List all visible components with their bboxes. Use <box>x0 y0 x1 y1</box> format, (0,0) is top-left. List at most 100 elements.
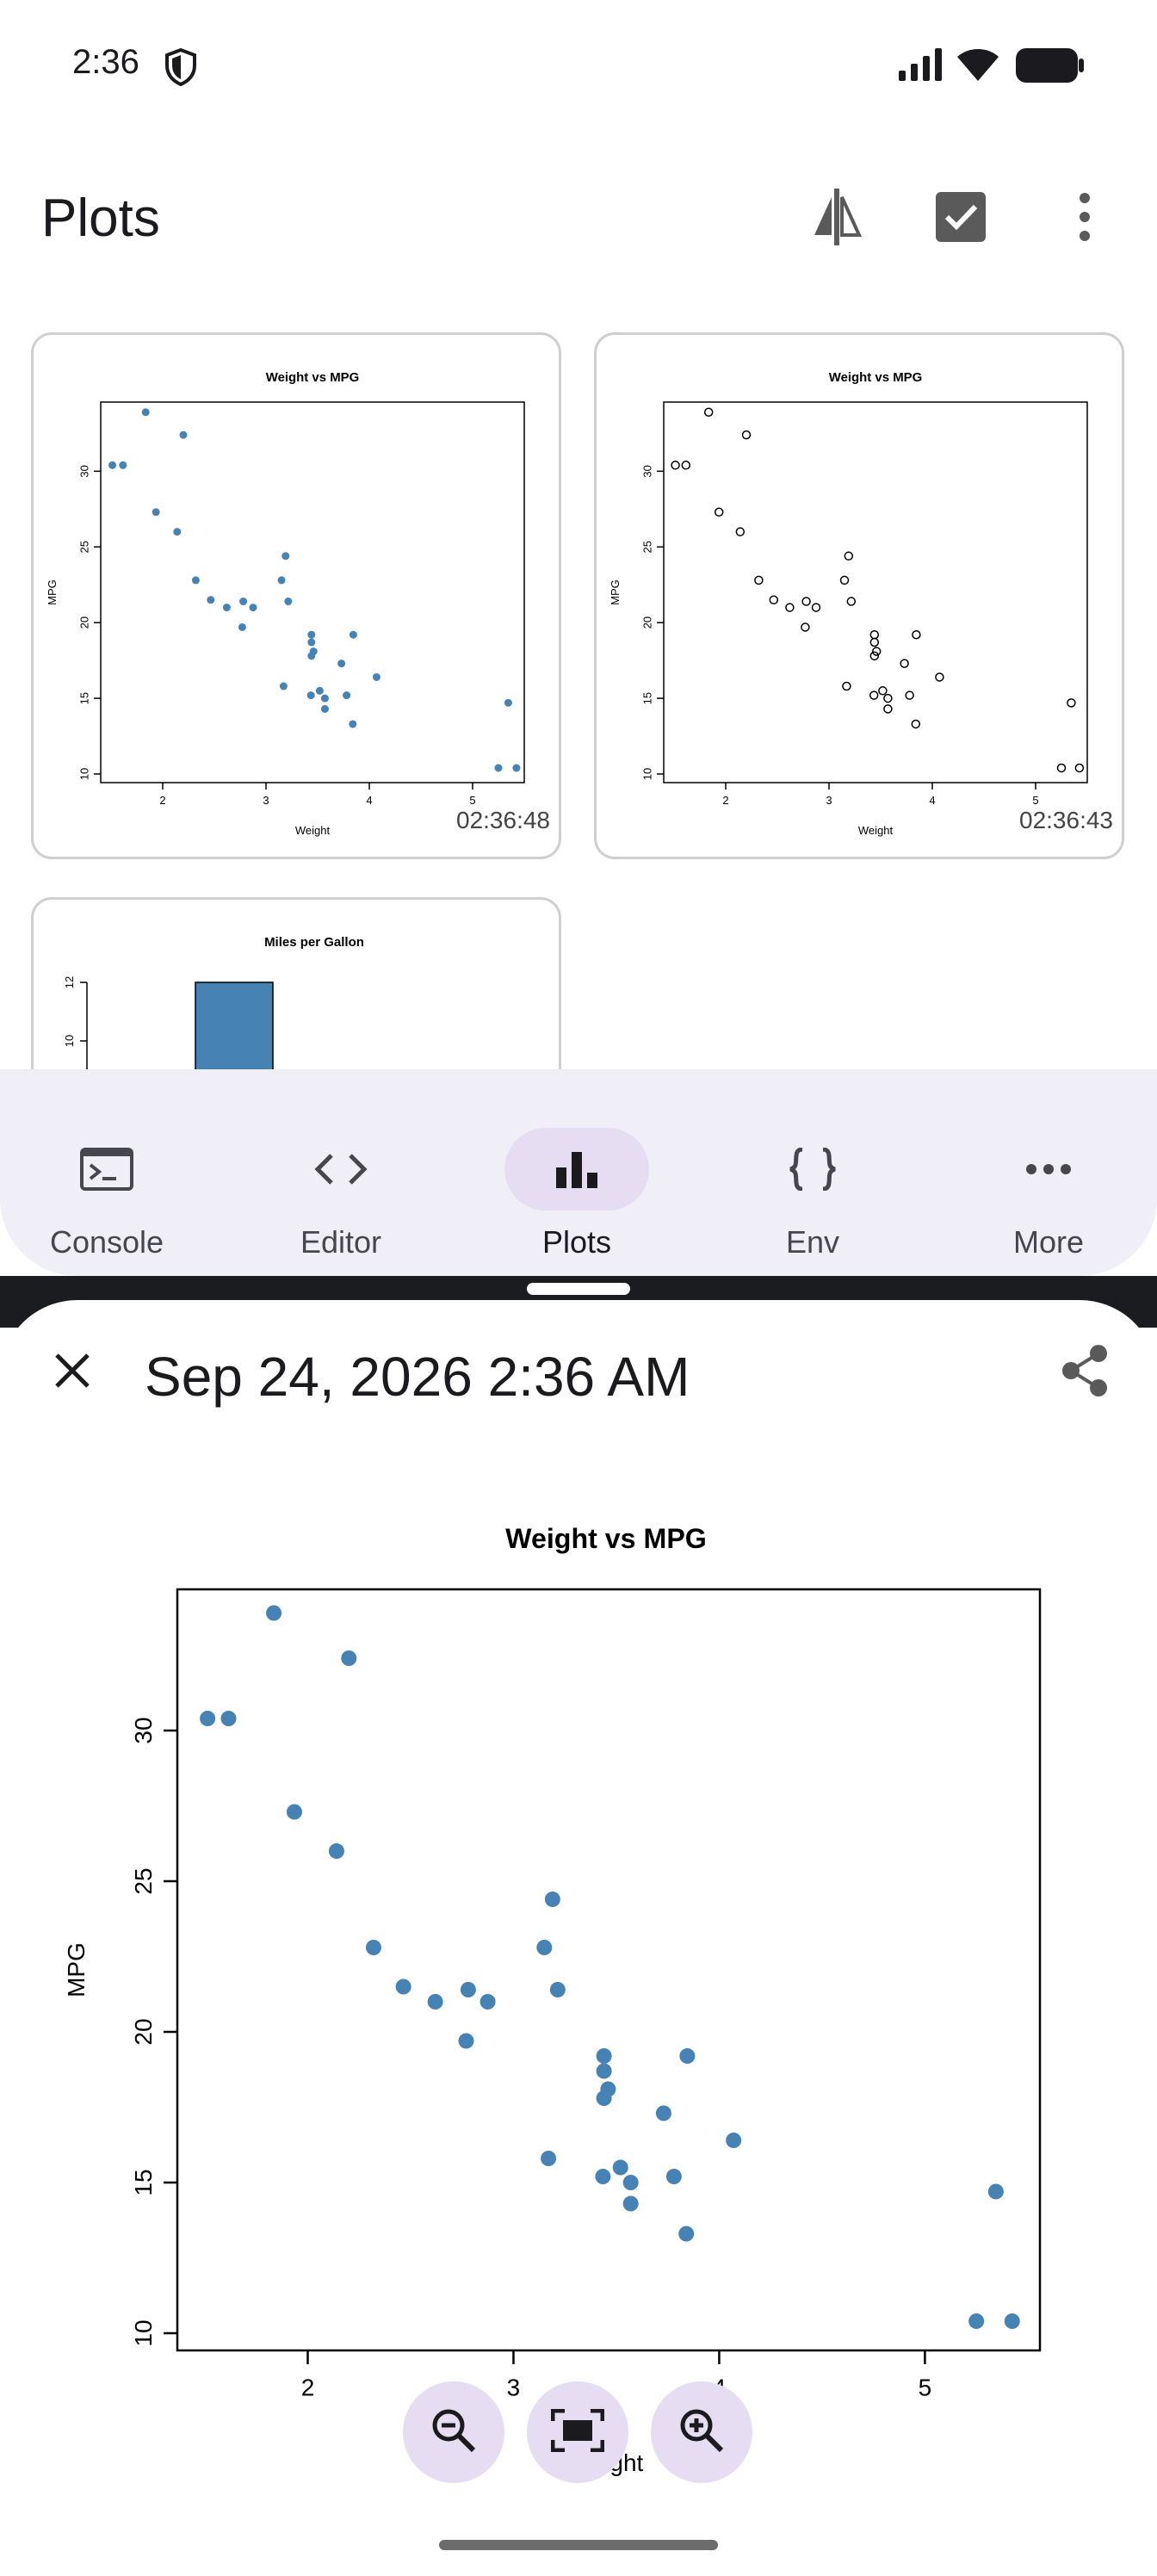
detail-title: Sep 24, 2026 2:36 AM <box>145 1346 690 1408</box>
x-tick-label: 5 <box>1032 794 1038 807</box>
data-point <box>883 693 893 703</box>
plot-frame <box>100 401 525 783</box>
bottom-nav: Console Editor Plots Env More <box>0 1069 1157 1276</box>
data-point <box>678 2226 695 2242</box>
data-point <box>878 686 888 696</box>
data-point <box>307 652 316 660</box>
data-point <box>504 698 512 707</box>
data-point <box>284 598 293 606</box>
chart-title: Weight vs MPG <box>505 1523 707 1554</box>
plot-thumbnail[interactable]: Weight vs MPG 2 3 4 5 10 15 20 25 30 Weight MPG 02:… <box>31 332 561 859</box>
data-point <box>596 2063 612 2079</box>
data-point <box>460 1982 476 1997</box>
plot-timestamp: 02:36:43 <box>1019 807 1113 833</box>
zoom-in-button[interactable] <box>651 2381 752 2483</box>
terminal-icon <box>5 1140 208 1198</box>
data-point <box>266 1605 282 1621</box>
zoom-out-button[interactable] <box>403 2381 504 2483</box>
data-point <box>811 603 821 612</box>
data-point <box>349 720 357 728</box>
chart-title: Weight vs MPG <box>829 370 922 385</box>
data-point <box>1004 2313 1020 2329</box>
y-tick-label: 15 <box>641 692 654 704</box>
data-point <box>869 637 880 647</box>
data-point <box>596 2048 612 2064</box>
data-point <box>905 690 914 700</box>
data-point <box>1067 698 1076 708</box>
x-tick-label: 3 <box>263 794 269 807</box>
plot-thumbnail[interactable]: Miles per Gallon 10 12 <box>31 897 561 1069</box>
nav-item-editor[interactable]: Editor <box>239 1097 442 1260</box>
share-button[interactable] <box>1043 1331 1126 1414</box>
data-point <box>349 630 357 639</box>
data-point <box>839 575 850 585</box>
y-tick-label: 25 <box>130 1867 157 1894</box>
data-point <box>785 603 795 612</box>
data-point <box>726 2133 742 2148</box>
more-vertical-icon <box>1078 192 1092 245</box>
data-point <box>1074 763 1085 773</box>
plot-thumbnail-chart: Weight vs MPG 2 3 4 5 10 15 20 25 30 Weight MPG <box>609 370 1088 837</box>
nav-label: Console <box>49 1224 164 1260</box>
close-button[interactable] <box>31 1331 114 1414</box>
split-drag-handle[interactable] <box>527 1283 630 1295</box>
data-point <box>844 551 854 561</box>
data-point <box>306 691 315 700</box>
data-point <box>911 719 921 729</box>
data-point <box>372 672 381 681</box>
data-point <box>544 1892 560 1907</box>
data-point <box>900 659 909 668</box>
data-point <box>282 552 290 560</box>
overflow-menu-button[interactable] <box>1043 177 1126 260</box>
nav-item-console[interactable]: Console <box>5 1097 208 1260</box>
gesture-handle <box>439 2540 718 2550</box>
data-point <box>119 461 127 469</box>
nav-label: More <box>1012 1224 1085 1260</box>
y-tick-label: 10 <box>63 1035 76 1047</box>
data-point <box>238 622 246 631</box>
data-point <box>714 507 724 517</box>
data-point <box>679 2048 696 2064</box>
shield-icon <box>164 47 198 90</box>
data-point <box>735 527 746 536</box>
data-point <box>869 651 880 661</box>
status-time: 2:36 <box>72 43 139 81</box>
page-title: Plots <box>41 189 160 248</box>
data-point <box>536 1940 553 1955</box>
data-point <box>220 1711 237 1726</box>
plot-frame <box>663 401 1088 783</box>
nav-item-more[interactable]: More <box>947 1097 1150 1260</box>
y-tick-label: 20 <box>130 2018 157 2045</box>
x-axis-label: Weight <box>858 824 894 837</box>
x-tick-label: 4 <box>929 794 935 807</box>
plot-timestamp: 02:36:48 <box>456 807 550 833</box>
data-point <box>987 2183 1004 2200</box>
data-point <box>842 681 851 691</box>
data-point <box>655 2105 671 2121</box>
x-tick-label: 5 <box>919 2374 932 2400</box>
data-point <box>173 528 182 536</box>
fit-screen-button[interactable] <box>527 2381 628 2483</box>
data-point <box>681 461 691 470</box>
y-tick-label: 25 <box>78 541 91 553</box>
plot-thumbnail[interactable]: Weight vs MPG 2 3 4 5 10 15 20 25 30 Weight MPG 02:… <box>594 332 1124 859</box>
data-point <box>458 2033 474 2049</box>
data-point <box>869 629 880 640</box>
y-tick-label: 10 <box>130 2319 157 2346</box>
y-tick-label: 20 <box>78 616 91 629</box>
data-point <box>179 430 188 439</box>
x-tick-label: 3 <box>507 2374 521 2400</box>
data-point <box>801 597 811 606</box>
y-axis-label: MPG <box>63 1942 90 1997</box>
compare-button[interactable] <box>795 177 878 260</box>
data-point <box>249 604 257 612</box>
select-button[interactable] <box>919 177 1002 260</box>
chart-title: Miles per Gallon <box>264 935 364 950</box>
data-point <box>191 576 200 585</box>
y-tick-label: 12 <box>63 976 76 988</box>
data-point <box>549 1982 566 1997</box>
nav-item-env[interactable]: Env <box>711 1097 914 1260</box>
checkbox-icon <box>936 191 986 246</box>
y-tick-label: 30 <box>78 465 91 477</box>
nav-item-plots[interactable]: Plots <box>475 1097 678 1260</box>
